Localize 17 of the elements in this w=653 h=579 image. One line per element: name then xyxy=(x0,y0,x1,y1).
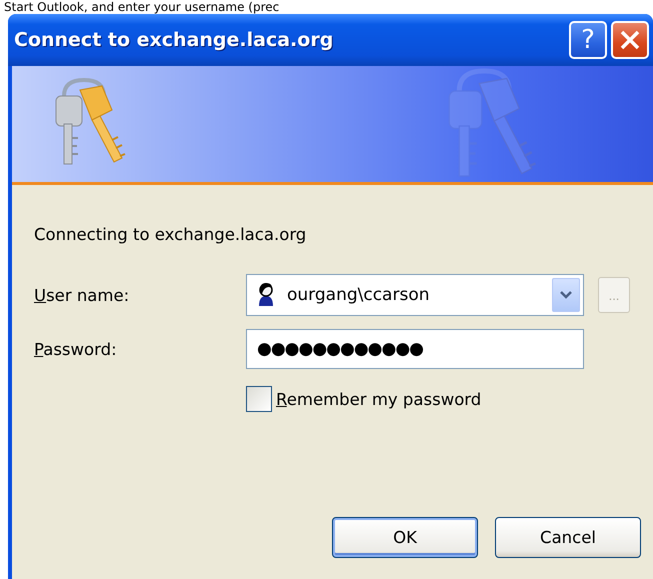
checkbox-label: Remember my password xyxy=(276,390,482,408)
field-label: User name: xyxy=(34,286,130,304)
user-name-value: ourgang\ccarson xyxy=(287,285,430,305)
dropdown-button[interactable] xyxy=(552,278,580,312)
help-button[interactable]: ? xyxy=(569,21,607,59)
close-button[interactable] xyxy=(611,21,649,59)
close-icon xyxy=(619,29,641,51)
user-name-combo[interactable]: ourgang\ccarson xyxy=(246,274,584,316)
field-label: Password: xyxy=(34,340,118,358)
password-field[interactable]: ●●●●●●●●●●●● xyxy=(246,329,584,369)
remember-checkbox[interactable] xyxy=(246,386,272,412)
window-title: Connect to exchange.laca.org xyxy=(14,29,334,51)
page-heading: Start Outlook, and enter your username (prec xyxy=(3,0,280,14)
connecting-message: Connecting to exchange.laca.org xyxy=(34,225,308,244)
chevron-down-icon xyxy=(560,291,572,299)
dialog-button[interactable]: Cancel xyxy=(495,517,641,558)
dialog-button[interactable]: OK xyxy=(332,517,478,558)
